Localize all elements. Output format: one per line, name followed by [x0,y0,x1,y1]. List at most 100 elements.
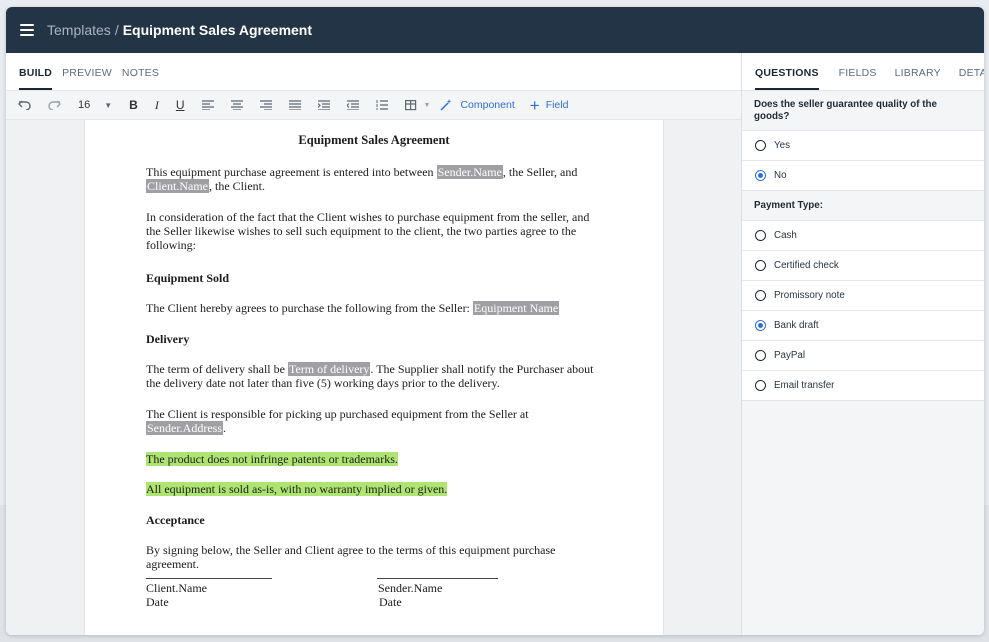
undo-icon[interactable] [18,100,31,110]
radio-icon [755,350,766,361]
radio-selected-icon [755,170,766,181]
option-cash[interactable]: Cash [742,220,984,250]
plus-icon: + [529,95,540,115]
text-segment: , the Seller, and [502,165,578,179]
paragraph-delivery: The term of delivery shall be Term of de… [146,362,598,390]
top-bar: Templates / Equipment Sales Agreement [6,7,984,53]
radio-icon [755,260,766,271]
tab-notes[interactable]: NOTES [122,67,159,90]
tab-library[interactable]: LIBRARY [895,67,941,90]
font-size-value[interactable]: 16 [78,99,90,111]
text-segment: This equipment purchase agreement is ent… [146,165,437,179]
hamburger-icon[interactable] [20,24,34,36]
tab-questions[interactable]: QUESTIONS [755,67,819,90]
signature-client-name: Client.Name [146,581,207,595]
option-label: PayPal [774,350,806,361]
signature-line-sender [377,578,498,579]
page-title: Equipment Sales Agreement [122,22,313,38]
option-certified-check[interactable]: Certified check [742,250,984,280]
breadcrumb-templates-link[interactable]: Templates [47,22,111,38]
breadcrumb-separator: / [114,22,119,38]
heading-acceptance: Acceptance [146,513,205,527]
paragraph-pickup: The Client is responsible for picking up… [146,407,598,435]
heading-equipment-sold: Equipment Sold [146,271,230,285]
add-field-label: Field [545,99,569,111]
option-promissory-note[interactable]: Promissory note [742,280,984,310]
option-label: Cash [774,230,797,241]
text-segment: The Client is responsible for picking up… [146,407,529,421]
ordered-list-icon[interactable] [376,100,388,110]
paragraph-acceptance: By signing below, the Seller and Client … [146,543,556,571]
highlighted-clause-text: The product does not infringe patents or… [146,452,398,466]
editor-tabs: BUILD PREVIEW NOTES [6,53,741,91]
option-yes[interactable]: Yes [742,130,984,160]
option-label: Email transfer [774,380,835,391]
document-title: Equipment Sales Agreement [298,133,450,147]
text-segment: The Client hereby agrees to purchase the… [146,301,473,315]
option-label: Promissory note [774,290,845,301]
option-label: Certified check [774,260,839,271]
signature-sender-name: Sender.Name [378,581,443,595]
document-page[interactable]: Equipment Sales Agreement This equipment… [84,120,664,635]
italic-icon[interactable]: I [155,98,159,113]
magic-wand-icon[interactable] [440,99,452,111]
variable-equipment-name[interactable]: Equipment Name [472,301,560,315]
clause-as-is[interactable]: All equipment is sold as-is, with no war… [146,482,616,496]
outdent-icon[interactable] [346,100,359,110]
document-area: Equipment Sales Agreement This equipment… [6,120,741,635]
variable-client-name[interactable]: Client.Name [146,179,209,193]
option-no[interactable]: No [742,160,984,190]
option-label: Yes [774,140,790,151]
align-center-icon[interactable] [230,100,243,110]
variable-sender-address[interactable]: Sender.Address [146,421,223,435]
option-bank-draft[interactable]: Bank draft [742,310,984,340]
align-right-icon[interactable] [259,100,272,110]
bold-icon[interactable]: B [129,98,138,112]
question-label-payment: Payment Type: [742,190,984,220]
indent-icon[interactable] [317,100,330,110]
signature-sender-date: Date [379,595,402,609]
clause-no-infringement[interactable]: The product does not infringe patents or… [146,452,616,466]
questions-sidebar: QUESTIONS FIELDS LIBRARY DETAILS Does th… [741,53,984,635]
radio-selected-icon [755,320,766,331]
table-dropdown-icon[interactable]: ▼ [424,102,431,109]
list-divider [742,400,984,401]
option-label: Bank draft [774,320,819,331]
radio-icon [755,230,766,241]
align-left-icon[interactable] [201,100,214,110]
editor-pane: BUILD PREVIEW NOTES 16 ▼ B I U ▼ Compone… [6,53,741,635]
add-field-button[interactable]: + Field [530,97,569,114]
justify-icon[interactable] [288,100,301,110]
table-icon[interactable] [404,99,418,111]
variable-term-of-delivery[interactable]: Term of delivery [287,362,371,376]
text-segment: . [223,421,226,435]
text-segment: , the Client. [208,179,265,193]
app-window: Templates / Equipment Sales Agreement BU… [6,7,984,635]
component-button[interactable]: Component [460,99,514,111]
tab-build[interactable]: BUILD [19,67,53,90]
text-segment: The term of delivery shall be [146,362,288,376]
tab-preview[interactable]: PREVIEW [62,67,112,90]
underline-icon[interactable]: U [176,98,185,112]
variable-sender-name[interactable]: Sender.Name [436,165,503,179]
radio-icon [755,140,766,151]
option-label: No [774,170,787,181]
question-label-quality: Does the seller guarantee quality of the… [742,91,984,130]
option-email-transfer[interactable]: Email transfer [742,370,984,400]
radio-icon [755,290,766,301]
redo-icon[interactable] [48,100,61,110]
option-paypal[interactable]: PayPal [742,340,984,370]
paragraph-consideration: In consideration of the fact that the Cl… [146,210,590,252]
chevron-down-icon[interactable]: ▼ [104,101,112,110]
radio-icon [755,380,766,391]
paragraph-equipment: The Client hereby agrees to purchase the… [146,301,626,315]
signature-line-client [146,578,272,579]
paragraph-parties: This equipment purchase agreement is ent… [146,165,616,193]
highlighted-clause-text: All equipment is sold as-is, with no war… [146,482,448,496]
format-toolbar: 16 ▼ B I U ▼ Component + Field [6,91,741,120]
signature-client-date: Date [146,595,169,609]
sidebar-tabs: QUESTIONS FIELDS LIBRARY DETAILS [742,53,984,91]
heading-delivery: Delivery [146,332,190,346]
tab-details[interactable]: DETAILS [959,67,984,90]
tab-fields[interactable]: FIELDS [839,67,877,90]
